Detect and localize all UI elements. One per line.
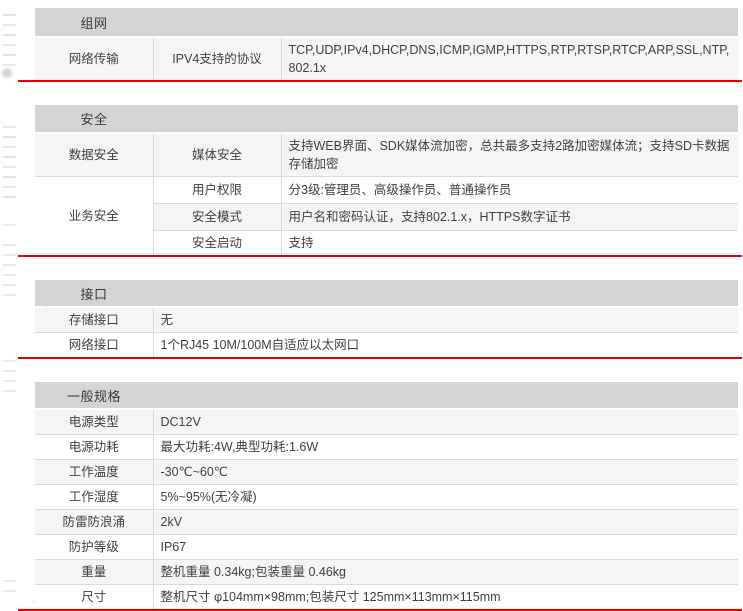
spec-table: 电源类型DC12V电源功耗最大功耗:4W,典型功耗:1.6W工作温度-30℃~6… (35, 410, 738, 609)
section-header: 接口 (35, 280, 738, 306)
row-label-cell: 尺寸 (35, 585, 153, 610)
row-value-cell: IP67 (153, 535, 738, 560)
section-header: 一般规格 (35, 382, 738, 408)
section-header: 安全 (35, 105, 738, 132)
row-label-cell: 防护等级 (35, 535, 153, 560)
row-value-cell: 用户名和密码认证，支持802.1.x，HTTPS数字证书 (281, 204, 738, 231)
row-value-cell: -30℃~60℃ (153, 460, 738, 485)
row-label-cell: 业务安全 (35, 177, 153, 256)
spec-section-networking: 组网网络传输IPV4支持的协议TCP,UDP,IPv4,DHCP,DNS,ICM… (35, 8, 738, 82)
row-value-cell: 2kV (153, 510, 738, 535)
section-title: 一般规格 (35, 386, 153, 405)
row-label-cell: 数据安全 (35, 134, 153, 177)
row-label-cell: 工作温度 (35, 460, 153, 485)
row-subcategory-cell: 安全模式 (153, 204, 281, 231)
row-subcategory-cell: 媒体安全 (153, 134, 281, 177)
spec-page: 组网网络传输IPV4支持的协议TCP,UDP,IPv4,DHCP,DNS,ICM… (0, 0, 743, 593)
row-value-cell: 5%~95%(无冷凝) (153, 485, 738, 510)
section-header: 组网 (35, 8, 738, 36)
spec-table: 存储接口无网络接口1个RJ45 10M/100M自适应以太网口 (35, 308, 738, 357)
section-divider (18, 255, 742, 257)
table-row: 工作湿度5%~95%(无冷凝) (35, 485, 738, 510)
row-value-cell: 支持 (281, 231, 738, 256)
spec-table: 网络传输IPV4支持的协议TCP,UDP,IPv4,DHCP,DNS,ICMP,… (35, 38, 738, 80)
table-row: 尺寸整机尺寸 φ104mm×98mm;包装尺寸 125mm×113mm×115m… (35, 585, 738, 610)
spec-section-general-specs: 一般规格电源类型DC12V电源功耗最大功耗:4W,典型功耗:1.6W工作温度-3… (35, 382, 738, 611)
spec-sections: 组网网络传输IPV4支持的协议TCP,UDP,IPv4,DHCP,DNS,ICM… (35, 8, 738, 611)
table-row: 防雷防浪涌2kV (35, 510, 738, 535)
section-divider (18, 357, 742, 359)
row-label-cell: 防雷防浪涌 (35, 510, 153, 535)
row-value-cell: 支持WEB界面、SDK媒体流加密，总共最多支持2路加密媒体流；支持SD卡数据存储… (281, 134, 738, 177)
table-row: 重量整机重量 0.34kg;包装重量 0.46kg (35, 560, 738, 585)
row-label-cell: 电源类型 (35, 410, 153, 435)
spec-section-interface: 接口存储接口无网络接口1个RJ45 10M/100M自适应以太网口 (35, 280, 738, 359)
table-row: 网络接口1个RJ45 10M/100M自适应以太网口 (35, 333, 738, 358)
table-row: 数据安全媒体安全支持WEB界面、SDK媒体流加密，总共最多支持2路加密媒体流；支… (35, 134, 738, 177)
row-value-cell: 最大功耗:4W,典型功耗:1.6W (153, 435, 738, 460)
row-label-cell: 网络接口 (35, 333, 153, 358)
row-value-cell: DC12V (153, 410, 738, 435)
table-row: 业务安全用户权限分3级:管理员、高级操作员、普通操作员 (35, 177, 738, 204)
row-subcategory-cell: 安全启动 (153, 231, 281, 256)
row-label-cell: 存储接口 (35, 308, 153, 333)
table-row: 网络传输IPV4支持的协议TCP,UDP,IPv4,DHCP,DNS,ICMP,… (35, 38, 738, 80)
row-label-cell: 网络传输 (35, 38, 153, 80)
row-value-cell: 分3级:管理员、高级操作员、普通操作员 (281, 177, 738, 204)
table-row: 电源类型DC12V (35, 410, 738, 435)
section-title: 安全 (35, 109, 153, 128)
row-value-cell: 整机尺寸 φ104mm×98mm;包装尺寸 125mm×113mm×115mm (153, 585, 738, 610)
row-value-cell: 整机重量 0.34kg;包装重量 0.46kg (153, 560, 738, 585)
row-label-cell: 电源功耗 (35, 435, 153, 460)
section-title: 接口 (35, 284, 153, 303)
table-row: 工作温度-30℃~60℃ (35, 460, 738, 485)
table-row: 防护等级IP67 (35, 535, 738, 560)
row-value-cell: 无 (153, 308, 738, 333)
row-subcategory-cell: IPV4支持的协议 (153, 38, 281, 80)
table-row: 电源功耗最大功耗:4W,典型功耗:1.6W (35, 435, 738, 460)
row-label-cell: 工作湿度 (35, 485, 153, 510)
table-row: 存储接口无 (35, 308, 738, 333)
section-title: 组网 (35, 13, 153, 32)
row-subcategory-cell: 用户权限 (153, 177, 281, 204)
watermark-dot (3, 69, 11, 77)
spec-table: 数据安全媒体安全支持WEB界面、SDK媒体流加密，总共最多支持2路加密媒体流；支… (35, 134, 738, 255)
spec-section-security: 安全数据安全媒体安全支持WEB界面、SDK媒体流加密，总共最多支持2路加密媒体流… (35, 105, 738, 257)
section-divider (18, 80, 742, 82)
row-value-cell: TCP,UDP,IPv4,DHCP,DNS,ICMP,IGMP,HTTPS,RT… (281, 38, 738, 80)
watermark-dashes (3, 14, 16, 16)
row-label-cell: 重量 (35, 560, 153, 585)
row-value-cell: 1个RJ45 10M/100M自适应以太网口 (153, 333, 738, 358)
